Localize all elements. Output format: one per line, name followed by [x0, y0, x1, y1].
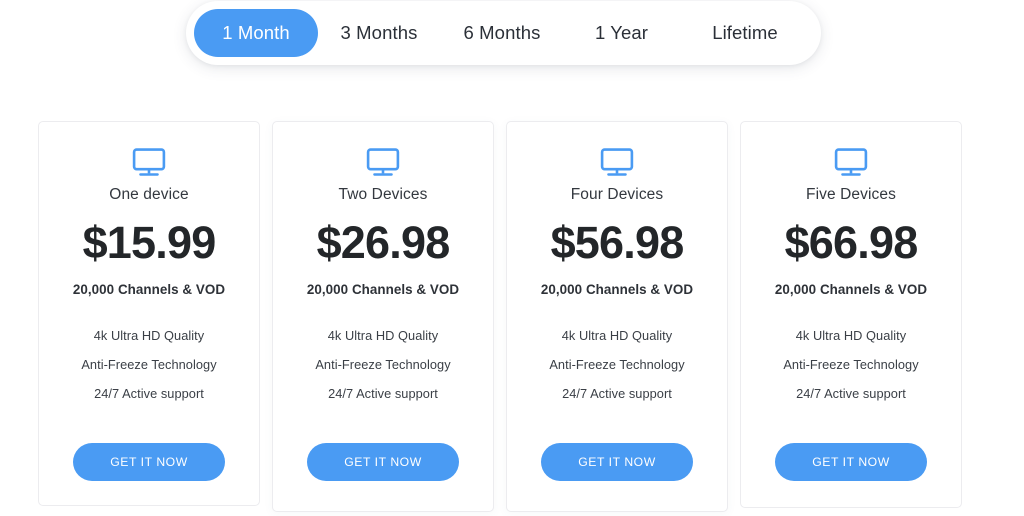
plan-feature: Anti-Freeze Technology [549, 357, 685, 372]
plan-device-name: One device [109, 186, 189, 203]
plan-channels: 20,000 Channels & VOD [306, 282, 460, 297]
plan-feature-list: 4k Ultra HD Quality Anti-Freeze Technolo… [315, 328, 450, 401]
plan-feature: 24/7 Active support [562, 386, 672, 401]
tab-6-months[interactable]: 6 Months [440, 9, 564, 57]
get-it-now-button[interactable]: GET IT NOW [541, 443, 693, 481]
get-it-now-button[interactable]: GET IT NOW [775, 443, 927, 481]
tab-1-month[interactable]: 1 Month [194, 9, 318, 57]
get-it-now-button[interactable]: GET IT NOW [307, 443, 459, 481]
pricing-card-list: One device $15.99 20,000 Channels & VOD … [38, 121, 962, 512]
plan-price: $66.98 [784, 217, 919, 268]
plan-device-name: Five Devices [806, 186, 896, 203]
plan-feature-list: 4k Ultra HD Quality Anti-Freeze Technolo… [549, 328, 684, 401]
plan-feature: 4k Ultra HD Quality [561, 328, 673, 343]
tab-lifetime[interactable]: Lifetime [679, 9, 811, 57]
plan-feature: 24/7 Active support [94, 386, 204, 401]
plan-feature: 4k Ultra HD Quality [327, 328, 439, 343]
monitor-icon [600, 148, 634, 177]
plan-feature: 24/7 Active support [796, 386, 906, 401]
plan-price: $56.98 [550, 217, 685, 268]
plan-feature-list: 4k Ultra HD Quality Anti-Freeze Technolo… [783, 328, 918, 401]
plan-device-name: Four Devices [570, 186, 664, 203]
monitor-icon [132, 148, 166, 177]
pricing-card[interactable]: One device $15.99 20,000 Channels & VOD … [38, 121, 260, 506]
plan-price: $15.99 [82, 217, 217, 268]
tab-1-year[interactable]: 1 Year [564, 9, 679, 57]
billing-period-selector: 1 Month 3 Months 6 Months 1 Year Lifetim… [186, 1, 821, 65]
billing-tabbar: 1 Month 3 Months 6 Months 1 Year Lifetim… [186, 1, 821, 65]
plan-channels: 20,000 Channels & VOD [774, 282, 928, 297]
plan-price: $26.98 [316, 217, 451, 268]
plan-feature: 24/7 Active support [328, 386, 438, 401]
plan-feature: Anti-Freeze Technology [81, 357, 217, 372]
tab-3-months[interactable]: 3 Months [318, 9, 440, 57]
plan-device-name: Two Devices [338, 186, 428, 203]
pricing-card[interactable]: Five Devices $66.98 20,000 Channels & VO… [740, 121, 962, 508]
monitor-icon [366, 148, 400, 177]
plan-channels: 20,000 Channels & VOD [540, 282, 694, 297]
pricing-card[interactable]: Two Devices $26.98 20,000 Channels & VOD… [272, 121, 494, 512]
get-it-now-button[interactable]: GET IT NOW [73, 443, 225, 481]
monitor-icon [834, 148, 868, 177]
pricing-page: 1 Month 3 Months 6 Months 1 Year Lifetim… [0, 0, 1024, 516]
plan-feature: 4k Ultra HD Quality [93, 328, 205, 343]
plan-channels: 20,000 Channels & VOD [72, 282, 226, 297]
plan-feature-list: 4k Ultra HD Quality Anti-Freeze Technolo… [81, 328, 216, 401]
plan-feature: Anti-Freeze Technology [315, 357, 451, 372]
plan-feature: 4k Ultra HD Quality [795, 328, 907, 343]
plan-feature: Anti-Freeze Technology [783, 357, 919, 372]
pricing-card[interactable]: Four Devices $56.98 20,000 Channels & VO… [506, 121, 728, 512]
